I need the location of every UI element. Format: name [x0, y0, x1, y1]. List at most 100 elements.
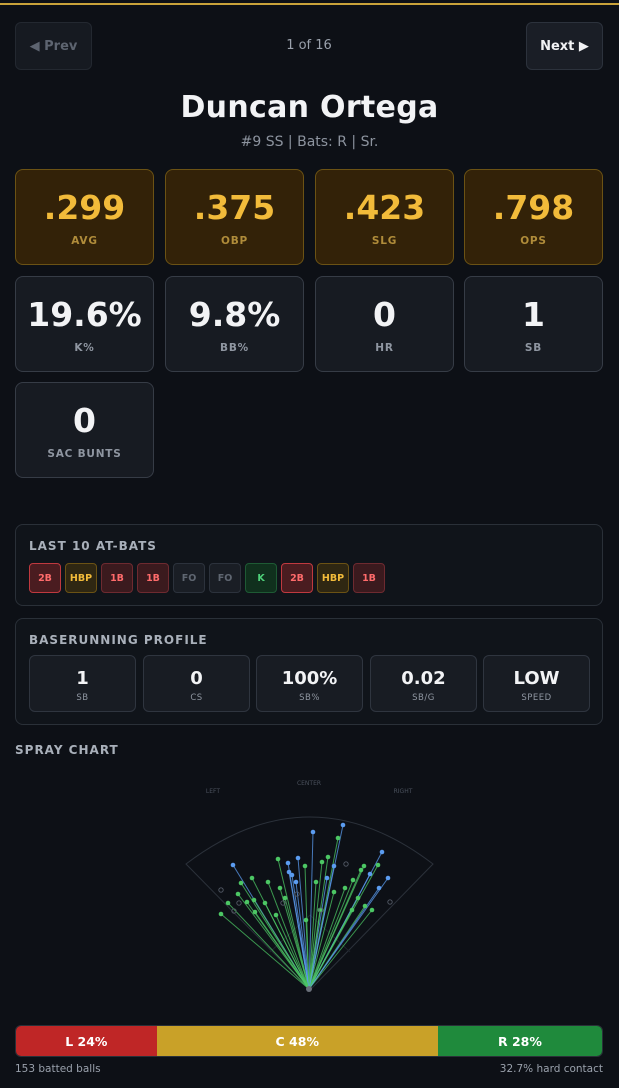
batted-balls-count: 153 batted balls	[15, 1063, 101, 1075]
spray-trail	[237, 893, 310, 990]
baserunning-value: 0.02	[401, 668, 446, 689]
spray-point	[244, 899, 250, 905]
spray-point	[282, 895, 288, 901]
at-bat-chip: K	[245, 563, 277, 593]
baserunning-value: LOW	[513, 668, 560, 689]
stat-value: 0	[73, 401, 96, 440]
spray-point	[236, 900, 242, 906]
stat-card-ops: .798 OPS	[464, 169, 603, 265]
baserunning-panel: BASERUNNING PROFILE 1 SB 0 CS 100% SB% 0…	[15, 618, 603, 725]
spray-point	[295, 855, 301, 861]
stat-label: BB%	[220, 342, 249, 354]
spray-trail	[253, 899, 310, 990]
baserunning-label: SB/G	[412, 693, 435, 703]
at-bat-chip: HBP	[317, 563, 349, 593]
baserunning-label: SPEED	[521, 693, 552, 703]
stat-card-sb: 1 SB	[464, 276, 603, 372]
spray-point	[303, 917, 309, 923]
baserunning-stat-sb-pct: 100% SB%	[256, 655, 363, 712]
stat-label: K%	[74, 342, 95, 354]
baserunning-stat-sb: 1 SB	[29, 655, 136, 712]
spray-point	[324, 875, 330, 881]
stat-label: SAC BUNTS	[47, 448, 122, 460]
spray-point	[369, 907, 375, 913]
spray-point	[331, 889, 337, 895]
direction-split-bar: L 24% C 48% R 28%	[15, 1025, 603, 1057]
stat-label: OBP	[220, 235, 249, 247]
player-meta: #9 SS | Bats: R | Sr.	[240, 134, 379, 150]
stat-label: SLG	[371, 235, 398, 247]
last-at-bats-panel: LAST 10 AT-BATS 2B HBP 1B 1B FO FO K 2B …	[15, 524, 603, 606]
stat-card-avg: .299 AVG	[15, 169, 154, 265]
hard-contact-rate: 32.7% hard contact	[499, 1063, 603, 1075]
stat-label: OPS	[520, 235, 547, 247]
spray-point	[362, 903, 368, 909]
at-bat-chip: 1B	[137, 563, 169, 593]
spray-point	[252, 909, 258, 915]
stat-value: .375	[193, 188, 276, 227]
stat-value: .423	[343, 188, 426, 227]
stat-label: SB	[524, 342, 543, 354]
spray-point	[319, 859, 325, 865]
spray-trail	[220, 913, 310, 990]
baserunning-value: 100%	[281, 668, 338, 689]
spray-point	[325, 854, 331, 860]
stat-value: 0	[373, 295, 396, 334]
stat-card-sac-bunts: 0 SAC BUNTS	[15, 382, 154, 478]
direction-segment-left: L 24%	[16, 1026, 157, 1056]
baserunning-stat-speed: LOW SPEED	[483, 655, 590, 712]
spray-point	[302, 863, 308, 869]
player-navigation: ◀ Prev 1 of 16 Next ▶	[15, 22, 603, 70]
baserunning-label: CS	[190, 693, 203, 703]
field-label-center: CENTER	[297, 780, 321, 787]
spray-point	[313, 879, 319, 885]
spray-point	[355, 895, 361, 901]
prev-button[interactable]: ◀ Prev	[15, 22, 92, 70]
spray-point	[235, 891, 241, 897]
spray-point	[238, 880, 244, 886]
spray-point	[218, 887, 224, 893]
field-label-right: RIGHT	[394, 788, 413, 795]
baserunning-stat-sb-per-game: 0.02 SB/G	[370, 655, 477, 712]
stat-label: HR	[375, 342, 394, 354]
panel-title: LAST 10 AT-BATS	[29, 539, 157, 553]
at-bat-chip: 1B	[353, 563, 385, 593]
spray-point	[265, 879, 271, 885]
at-bat-chip: 1B	[101, 563, 133, 593]
spray-point	[342, 885, 348, 891]
spray-point	[379, 849, 385, 855]
panel-title: BASERUNNING PROFILE	[29, 633, 208, 647]
next-button[interactable]: Next ▶	[526, 22, 603, 70]
field-label-left: LEFT	[206, 788, 220, 795]
spray-point	[361, 863, 367, 869]
spray-point	[285, 860, 291, 866]
spray-point	[350, 877, 356, 883]
at-bat-chip: 2B	[281, 563, 313, 593]
player-counter: 1 of 16	[286, 38, 332, 53]
spray-point	[251, 897, 257, 903]
baserunning-label: SB%	[299, 693, 320, 703]
spray-point	[310, 829, 316, 835]
home-plate	[306, 986, 312, 992]
spray-point	[275, 856, 281, 862]
at-bat-chip: 2B	[29, 563, 61, 593]
spray-point	[293, 879, 299, 885]
at-bat-chip: HBP	[65, 563, 97, 593]
direction-segment-right: R 28%	[437, 1026, 602, 1056]
spray-point	[349, 907, 355, 913]
baserunning-stat-cs: 0 CS	[143, 655, 250, 712]
spray-point	[367, 871, 373, 877]
at-bat-chip: FO	[173, 563, 205, 593]
stat-card-k-pct: 19.6% K%	[15, 276, 154, 372]
stat-card-hr: 0 HR	[315, 276, 454, 372]
stat-card-obp: .375 OBP	[165, 169, 304, 265]
spray-point	[273, 912, 279, 918]
spray-point	[262, 900, 268, 906]
spray-chart: LEFT CENTER RIGHT	[185, 780, 434, 992]
spray-point	[376, 885, 382, 891]
spray-point	[230, 862, 236, 868]
stat-value: .798	[492, 188, 575, 227]
stat-value: 1	[522, 295, 545, 334]
stat-label: AVG	[71, 235, 98, 247]
baserunning-value: 1	[76, 668, 89, 689]
